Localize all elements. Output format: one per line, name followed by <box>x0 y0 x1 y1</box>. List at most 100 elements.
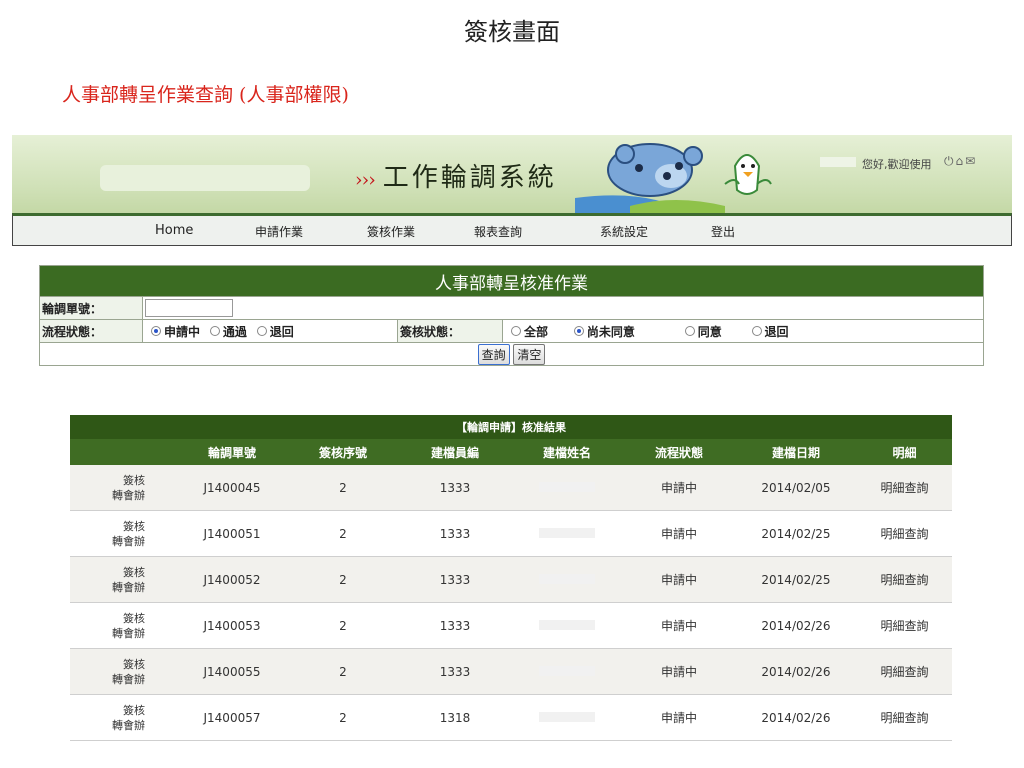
detail-link[interactable]: 明細查詢 <box>857 510 952 557</box>
header-icons: ⏻⌂✉ <box>944 154 977 169</box>
sign-link[interactable]: 簽核 <box>123 612 145 625</box>
redacted-name <box>539 481 595 492</box>
sign-status-radio-all[interactable] <box>511 326 521 336</box>
sign-link[interactable]: 簽核 <box>123 520 145 533</box>
sign-link[interactable]: 簽核 <box>123 704 145 717</box>
flow-status-cell: 申請中 <box>623 465 735 511</box>
row-actions: 簽核轉會辦 <box>70 602 177 649</box>
detail-link[interactable]: 明細查詢 <box>857 694 952 741</box>
emp-id-cell: 1333 <box>399 465 511 511</box>
col-header-flow-status: 流程狀態 <box>623 439 735 465</box>
sign-link[interactable]: 簽核 <box>123 658 145 671</box>
results-body: 簽核 轉會辦 J1400045 2 1333 申請中 2014/02/05 明細查詢 簽核 轉會辦… <box>70 465 952 741</box>
rotation-no-cell: J1400051 <box>177 510 287 557</box>
query-button[interactable]: 查詢 <box>477 343 510 365</box>
flow-status-cell: 申請中 <box>623 510 735 557</box>
sign-status-group: 全部 尚未同意 同意 退回 <box>502 319 984 343</box>
seq-cell: 2 <box>287 602 399 649</box>
date-cell: 2014/02/26 <box>735 648 857 695</box>
emp-name-cell <box>511 510 623 557</box>
sign-status-label: 簽核狀態： <box>397 319 503 343</box>
date-cell: 2014/02/26 <box>735 602 857 649</box>
search-form: 人事部轉呈核准作業 輪調單號： 流程狀態： 申請中 通過 退回 簽核狀態： 全部… <box>39 265 984 366</box>
results-table: 【輪調申請】核准結果 輪調單號 簽核序號 建檔員編 建檔姓名 流程狀態 建檔日期… <box>70 415 952 741</box>
redacted-name <box>539 711 595 722</box>
results-caption: 【輪調申請】核准結果 <box>70 415 952 439</box>
user-name <box>820 157 856 167</box>
seq-cell: 2 <box>287 556 399 603</box>
emp-name-cell <box>511 602 623 649</box>
flow-status-group: 申請中 通過 退回 <box>142 319 398 343</box>
col-header-seq: 簽核序號 <box>287 439 399 465</box>
col-header-emp-id: 建檔員編 <box>399 439 511 465</box>
date-cell: 2014/02/25 <box>735 510 857 557</box>
table-row: 簽核 轉會辦 J1400052 2 1333 申請中 2014/02/25 明細查詢 <box>70 556 952 603</box>
nav-logout[interactable]: 登出 <box>711 223 735 240</box>
bear-mascot-icon <box>575 143 772 214</box>
row-actions: 簽核轉會辦 <box>70 556 177 603</box>
review-link[interactable]: 轉會辦 <box>112 673 145 686</box>
home-icon[interactable]: ⌂ <box>956 154 966 168</box>
seq-cell: 2 <box>287 694 399 741</box>
sign-status-radio-pending[interactable] <box>573 326 584 336</box>
nav-home[interactable]: Home <box>155 223 193 238</box>
flow-status-cell: 申請中 <box>623 602 735 649</box>
power-icon[interactable]: ⏻ <box>944 154 956 168</box>
seq-cell: 2 <box>287 648 399 695</box>
emp-id-cell: 1333 <box>399 648 511 695</box>
table-row: 簽核 轉會辦 J1400055 2 1333 申請中 2014/02/26 明細查詢 <box>70 648 952 695</box>
rotation-no-cell: J1400053 <box>177 602 287 649</box>
rotation-no-cell: J1400052 <box>177 556 287 603</box>
rotation-no-input[interactable] <box>145 299 233 317</box>
col-header-rotation-no: 輪調單號 <box>177 439 287 465</box>
sign-status-radio-rejected[interactable] <box>751 326 762 336</box>
sign-link[interactable]: 簽核 <box>123 566 145 579</box>
emp-name-cell <box>511 694 623 741</box>
form-buttons: 查詢 清空 <box>39 342 984 366</box>
review-link[interactable]: 轉會辦 <box>112 581 145 594</box>
mail-icon[interactable]: ✉ <box>965 154 977 168</box>
emp-name-cell <box>511 465 623 511</box>
nav-sign[interactable]: 簽核作業 <box>367 223 415 240</box>
rotation-no-cell: J1400045 <box>177 465 287 511</box>
flow-status-cell: 申請中 <box>623 694 735 741</box>
flow-status-radio-applying[interactable] <box>151 326 161 336</box>
emp-id-cell: 1318 <box>399 694 511 741</box>
flow-status-radio-passed[interactable] <box>209 326 220 336</box>
emp-name-cell <box>511 556 623 603</box>
clear-button[interactable]: 清空 <box>513 343 546 365</box>
flow-status-cell: 申請中 <box>623 556 735 603</box>
nav-report[interactable]: 報表查詢 <box>474 223 522 240</box>
review-link[interactable]: 轉會辦 <box>112 719 145 732</box>
flow-status-radio-rejected[interactable] <box>256 326 267 336</box>
rotation-no-cell: J1400057 <box>177 694 287 741</box>
nav-settings[interactable]: 系統設定 <box>600 223 648 240</box>
flow-status-cell: 申請中 <box>623 648 735 695</box>
review-link[interactable]: 轉會辦 <box>112 489 145 502</box>
redacted-name <box>539 619 595 630</box>
detail-link[interactable]: 明細查詢 <box>857 602 952 649</box>
review-link[interactable]: 轉會辦 <box>112 627 145 640</box>
greeting-text: 您好,歡迎使用 <box>862 158 932 171</box>
review-link[interactable]: 轉會辦 <box>112 535 145 548</box>
col-header-emp-name: 建檔姓名 <box>511 439 623 465</box>
row-actions: 簽核轉會辦 <box>70 510 177 557</box>
date-cell: 2014/02/05 <box>735 465 857 511</box>
date-cell: 2014/02/25 <box>735 556 857 603</box>
table-row: 簽核轉會辦 J1400045 2 1333 申請中 2014/02/05 明細查詢 <box>70 465 952 511</box>
detail-link[interactable]: 明細查詢 <box>857 465 952 511</box>
redacted-name <box>539 573 595 584</box>
sign-status-radio-agree[interactable] <box>684 326 695 336</box>
detail-link[interactable]: 明細查詢 <box>857 648 952 695</box>
row-actions: 簽核轉會辦 <box>70 694 177 741</box>
table-row: 簽核 轉會辦 J1400053 2 1333 申請中 2014/02/26 明細查詢 <box>70 602 952 649</box>
nav-apply[interactable]: 申請作業 <box>255 223 303 240</box>
table-row: 簽核 轉會辦 J1400057 2 1318 申請中 2014/02/26 明細查詢 <box>70 694 952 741</box>
page-title: 簽核畫面 <box>464 18 560 46</box>
detail-link[interactable]: 明細查詢 <box>857 556 952 603</box>
sign-link[interactable]: 簽核 <box>123 474 145 487</box>
rotation-no-label: 輪調單號： <box>39 296 143 320</box>
flow-status-label: 流程狀態： <box>39 319 143 343</box>
date-cell: 2014/02/26 <box>735 694 857 741</box>
seq-cell: 2 <box>287 465 399 511</box>
